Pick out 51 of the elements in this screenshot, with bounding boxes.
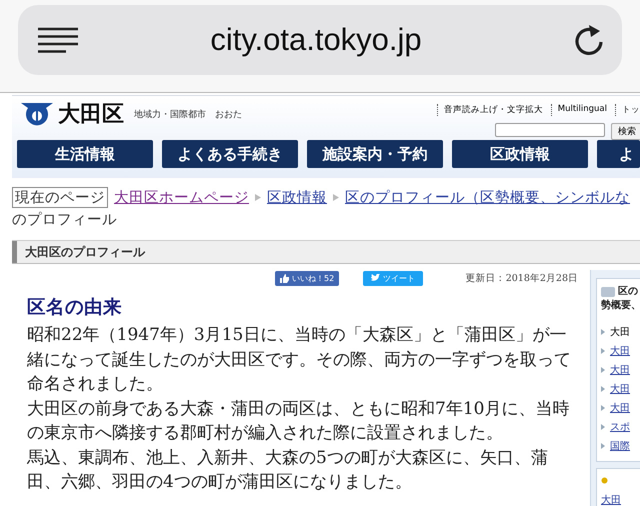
- bird-icon: [371, 274, 380, 282]
- utility-link[interactable]: 音声読み上げ・文字拡大: [436, 104, 543, 116]
- body-paragraph: 馬込、東調布、池上、入新井、大森の5つの町が大森区に、矢口、蒲田、六郷、羽田の4つの町が蒲田区になりました。: [27, 446, 549, 494]
- logo-icon: [20, 100, 54, 128]
- sidebar-link[interactable]: 大田: [610, 382, 630, 396]
- breadcrumb-label: 現在のページ: [12, 186, 108, 208]
- reload-icon[interactable]: [574, 24, 604, 56]
- like-button[interactable]: いいね！52: [275, 270, 340, 286]
- update-date: 更新日：2018年2月28日: [466, 272, 578, 284]
- breadcrumb-current: のプロフィール: [12, 212, 117, 228]
- nav-tab[interactable]: 区政情報: [452, 140, 588, 168]
- sidebar-link[interactable]: 国際: [610, 438, 630, 452]
- breadcrumb-link[interactable]: 区のプロフィール（区勢概要、シンボルな: [345, 188, 630, 206]
- logo-text[interactable]: 大田区: [58, 99, 124, 129]
- accent-stripe: [12, 241, 17, 263]
- body-paragraph: 昭和22年（1947年）3月15日に、当時の「大森区」と「蒲田区」が一緒になって誕生したのが大田区です。その際、両方の一字ずつを取って命名されました。: [27, 324, 572, 396]
- arrow-icon: [601, 386, 605, 392]
- breadcrumb-link[interactable]: 区政情報: [267, 188, 327, 206]
- arrow-icon: [601, 328, 605, 334]
- search-field[interactable]: [495, 123, 605, 137]
- utility-link[interactable]: Multilingual: [550, 104, 607, 116]
- menu-icon[interactable]: [38, 27, 78, 53]
- thumbs-up-icon: [280, 274, 289, 282]
- utility-link[interactable]: トッ: [615, 104, 640, 116]
- sidebar-link[interactable]: 大田: [610, 344, 630, 358]
- nav-tab[interactable]: 生活情報: [17, 140, 153, 168]
- arrow-icon: [601, 348, 605, 354]
- sidebar-item: 大田: [610, 326, 630, 338]
- separator-icon: [333, 194, 339, 200]
- bullet-icon: [601, 477, 608, 484]
- section-heading: 区名の由来: [27, 296, 123, 320]
- nav-tab[interactable]: 施設案内・予約: [307, 140, 443, 168]
- sidebar-link[interactable]: 大田: [610, 362, 630, 376]
- separator-icon: [255, 194, 261, 200]
- sidebar-link[interactable]: スポ: [610, 420, 630, 434]
- sidebar-title: 区の: [618, 285, 638, 298]
- nav-tab[interactable]: よくある手続き: [162, 140, 298, 168]
- folder-icon: [601, 286, 615, 296]
- arrow-icon: [601, 366, 605, 372]
- nav-tab[interactable]: よ: [597, 140, 640, 168]
- page-title: 大田区のプロフィール: [25, 244, 145, 260]
- arrow-icon: [601, 442, 605, 448]
- arrow-icon: [601, 424, 605, 430]
- search-button[interactable]: 検索: [611, 123, 640, 140]
- sidebar-link[interactable]: 大田: [610, 400, 630, 414]
- breadcrumb-link[interactable]: 大田区ホームページ: [114, 188, 249, 206]
- tagline: 地域力・国際都市 おおた: [134, 108, 242, 120]
- body-paragraph: 大田区の前身である大森・蒲田の両区は、ともに昭和7年10月に、当時の東京市へ隣接する郡町村が編入された際に設置されました。: [27, 398, 570, 445]
- sidebar-title: 勢概要、: [601, 298, 640, 312]
- arrow-icon: [601, 404, 605, 410]
- sidebar-link[interactable]: 大田: [601, 492, 621, 506]
